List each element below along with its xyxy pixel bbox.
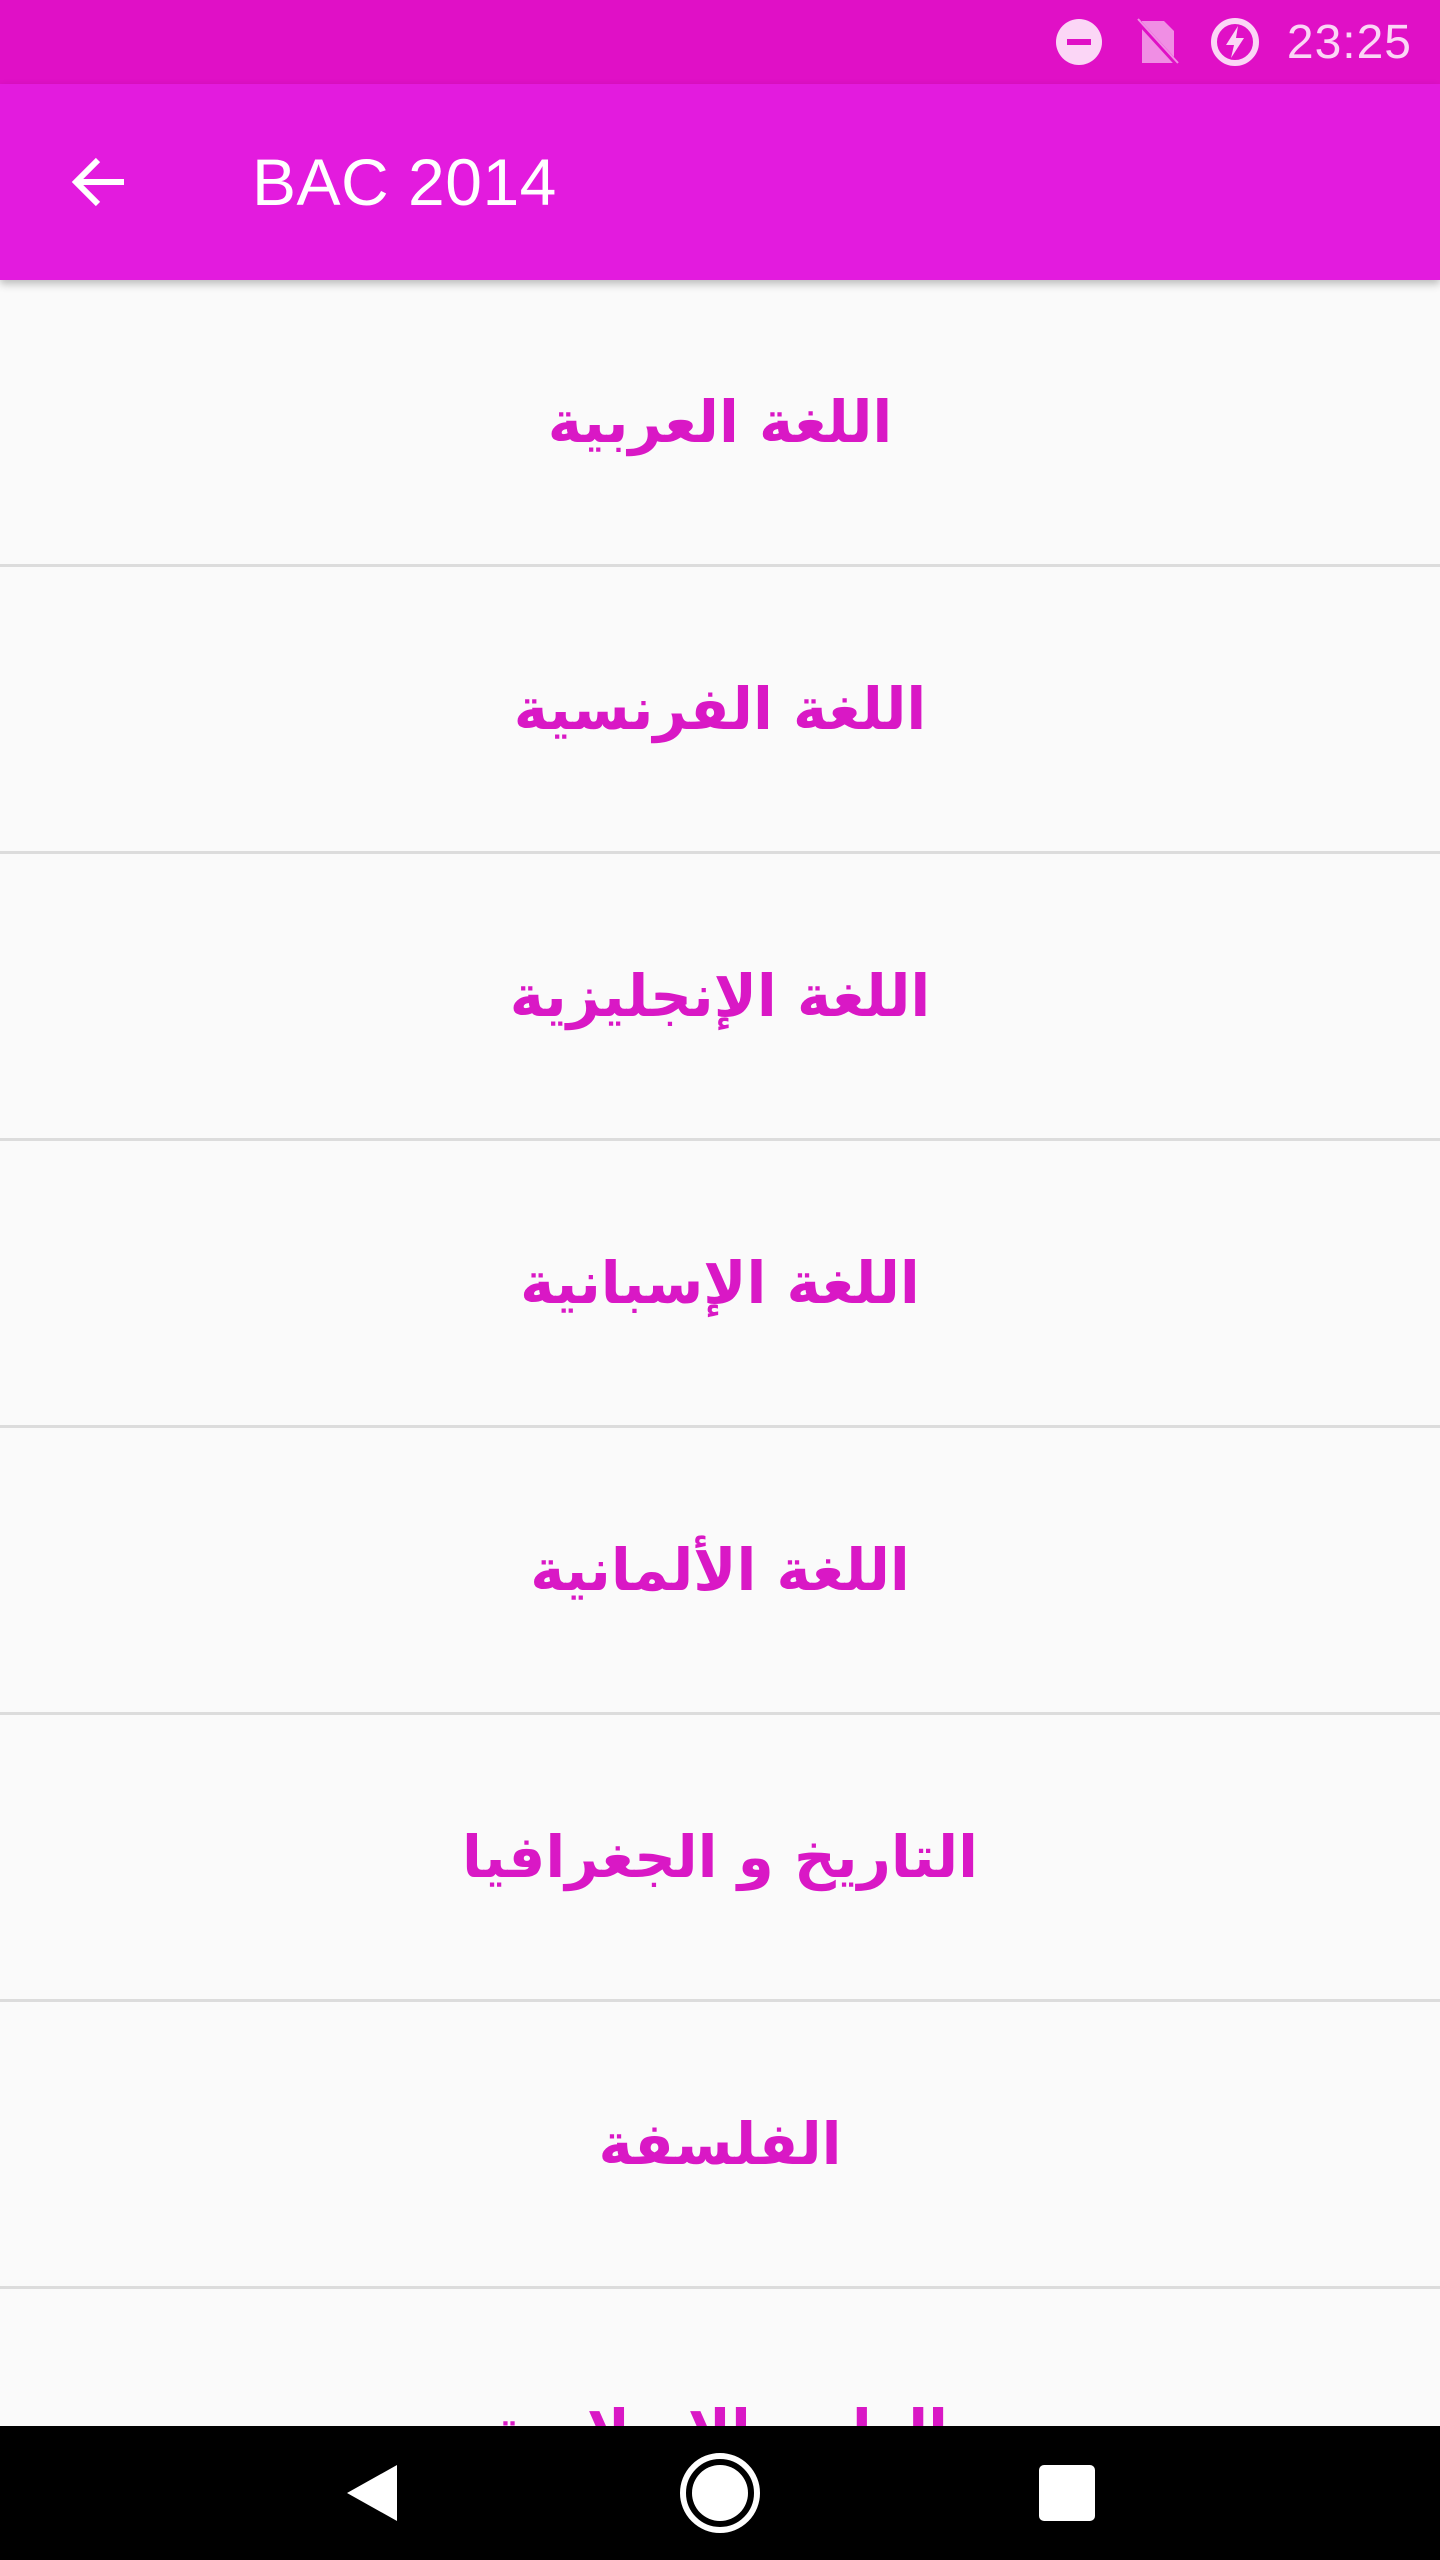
page-title: BAC 2014 bbox=[252, 145, 557, 219]
no-sim-icon bbox=[1131, 16, 1183, 68]
list-item-arabic[interactable]: اللغة العربية bbox=[0, 280, 1440, 567]
back-triangle-icon bbox=[347, 2465, 398, 2521]
list-item-french[interactable]: اللغة الفرنسية bbox=[0, 567, 1440, 854]
list-item-history-geography[interactable]: التاريخ و الجغرافيا bbox=[0, 1715, 1440, 2002]
list-item-label: اللغة الفرنسية bbox=[513, 675, 927, 743]
back-button[interactable] bbox=[42, 126, 154, 238]
list-item-spanish[interactable]: اللغة الإسبانية bbox=[0, 1141, 1440, 1428]
list-item-label: العلوم الإسلامية bbox=[492, 2397, 948, 2426]
list-item-label: اللغة العربية bbox=[547, 388, 893, 456]
status-time: 23:25 bbox=[1286, 15, 1412, 69]
home-circle-icon bbox=[679, 2453, 760, 2533]
nav-home-button[interactable] bbox=[670, 2443, 770, 2543]
battery-saver-icon bbox=[1209, 16, 1261, 68]
nav-recents-button[interactable] bbox=[1017, 2443, 1117, 2543]
do-not-disturb-icon bbox=[1053, 16, 1105, 68]
list-item-philosophy[interactable]: الفلسفة bbox=[0, 2002, 1440, 2289]
recents-square-icon bbox=[1038, 2465, 1095, 2521]
list-item-english[interactable]: اللغة الإنجليزية bbox=[0, 854, 1440, 1141]
status-bar: 23:25 bbox=[0, 0, 1440, 84]
list-item-label: التاريخ و الجغرافيا bbox=[461, 1823, 979, 1891]
list-item-label: اللغة الألمانية bbox=[530, 1536, 910, 1604]
list-item-german[interactable]: اللغة الألمانية bbox=[0, 1428, 1440, 1715]
subject-list[interactable]: اللغة العربية اللغة الفرنسية اللغة الإنج… bbox=[0, 280, 1440, 2426]
list-item-label: اللغة الإنجليزية bbox=[509, 962, 931, 1030]
list-item-label: الفلسفة bbox=[598, 2110, 842, 2178]
navigation-bar bbox=[0, 2426, 1440, 2560]
arrow-back-icon bbox=[71, 157, 124, 207]
list-item-islamic-studies[interactable]: العلوم الإسلامية bbox=[0, 2289, 1440, 2426]
nav-back-button[interactable] bbox=[323, 2443, 423, 2543]
app-bar: BAC 2014 bbox=[0, 84, 1440, 280]
list-item-label: اللغة الإسبانية bbox=[520, 1249, 920, 1317]
